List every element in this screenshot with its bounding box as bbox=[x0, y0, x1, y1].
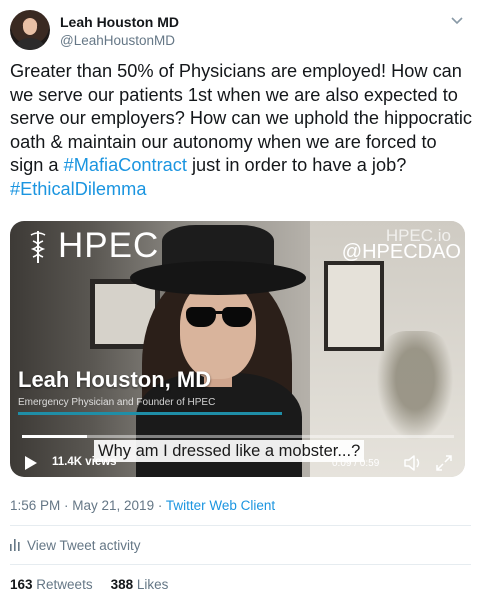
bar-chart-icon bbox=[10, 539, 20, 551]
view-tweet-activity[interactable]: View Tweet activity bbox=[10, 538, 141, 553]
tweet-header: Leah Houston MD @LeahHoustonMD bbox=[10, 10, 471, 52]
video-view-count: 11.4K views bbox=[52, 456, 117, 468]
video-watermark-handle: @HPECDAO bbox=[341, 241, 461, 263]
video-wall-frame bbox=[324, 261, 384, 351]
video-person-face bbox=[180, 281, 256, 379]
video-lower-third-subtitle: Emergency Physician and Founder of HPEC bbox=[18, 397, 216, 408]
hashtag-ethicaldilemma[interactable]: #EthicalDilemma bbox=[10, 179, 146, 199]
tweet-text-part-2: just in order to have a job? bbox=[186, 155, 407, 175]
likes-label: Likes bbox=[136, 577, 169, 592]
video-caption: Why am I dressed like a mobster...? bbox=[94, 440, 365, 462]
tweet-stats: 163 Retweets 388 Likes bbox=[10, 577, 168, 592]
user-handle[interactable]: @LeahHoustonMD bbox=[60, 33, 175, 48]
play-icon[interactable] bbox=[24, 455, 38, 471]
hashtag-mafiacontract[interactable]: #MafiaContract bbox=[64, 155, 187, 175]
video-player[interactable]: HPEC HPEC.io @HPECDAO Leah Houston, MD E… bbox=[10, 221, 465, 477]
divider bbox=[10, 564, 471, 565]
view-tweet-activity-label: View Tweet activity bbox=[27, 538, 141, 553]
likes-stat[interactable]: 388 Likes bbox=[111, 577, 169, 592]
video-time: 0:09 / 0:59 bbox=[332, 458, 380, 469]
video-progress-fill bbox=[22, 435, 87, 438]
volume-icon[interactable] bbox=[403, 454, 423, 472]
video-progress-bar[interactable] bbox=[22, 435, 454, 438]
retweets-label: Retweets bbox=[36, 577, 93, 592]
video-person-sunglasses bbox=[222, 307, 252, 327]
video-plant bbox=[370, 331, 460, 451]
display-name[interactable]: Leah Houston MD bbox=[60, 14, 179, 30]
video-person-sunglasses-bridge bbox=[214, 311, 224, 314]
video-lower-third-name: Leah Houston, MD bbox=[18, 367, 212, 392]
tweet-source-link[interactable]: Twitter Web Client bbox=[166, 498, 275, 513]
retweets-stat[interactable]: 163 Retweets bbox=[10, 577, 93, 592]
avatar[interactable] bbox=[10, 10, 50, 50]
video-brand-text: HPEC bbox=[58, 226, 160, 265]
tweet-timestamp[interactable]: 1:56 PM · May 21, 2019 · bbox=[10, 498, 166, 513]
avatar-face bbox=[23, 19, 37, 35]
chevron-down-icon[interactable] bbox=[449, 14, 465, 28]
fullscreen-icon[interactable] bbox=[435, 454, 453, 472]
divider bbox=[10, 525, 471, 526]
video-person-hat-brim bbox=[130, 261, 306, 295]
tweet-meta: 1:56 PM · May 21, 2019 · Twitter Web Cli… bbox=[10, 498, 275, 513]
likes-count: 388 bbox=[110, 577, 134, 592]
tweet-text: Greater than 50% of Physicians are emplo… bbox=[10, 60, 472, 201]
video-lower-third-accent bbox=[18, 412, 282, 415]
retweets-count: 163 bbox=[10, 577, 33, 592]
avatar-shoulders bbox=[16, 38, 44, 50]
video-person-sunglasses bbox=[186, 307, 216, 327]
